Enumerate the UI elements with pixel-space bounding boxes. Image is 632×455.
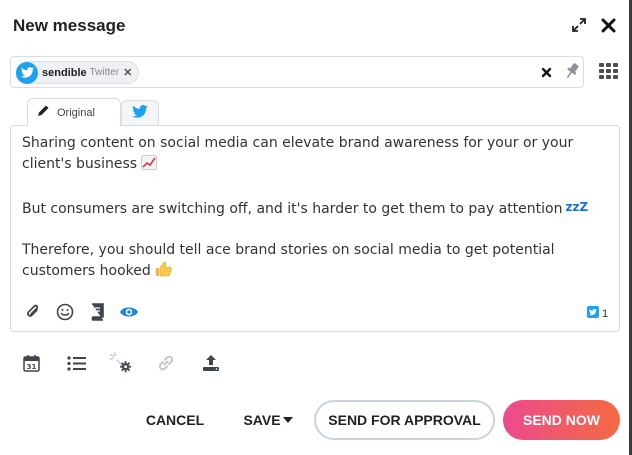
recipient-network: Twitter — [89, 67, 120, 78]
remove-chip-icon[interactable]: ✕ — [123, 66, 132, 79]
pin-icon[interactable] — [563, 62, 581, 85]
recipient-name: sendible — [42, 66, 87, 79]
tab-twitter[interactable] — [121, 100, 159, 126]
attachment-icon[interactable] — [23, 302, 43, 322]
pencil-icon — [37, 104, 50, 122]
link-icon[interactable] — [154, 351, 178, 375]
send-now-button[interactable]: SEND NOW — [503, 400, 620, 440]
upload-icon[interactable] — [199, 351, 223, 375]
list-icon[interactable] — [64, 351, 88, 375]
cancel-button[interactable]: CANCEL — [138, 400, 212, 440]
save-button-label: SAVE — [243, 412, 281, 428]
message-paragraph-2: But consumers are switching off, and it'… — [22, 200, 589, 217]
grid-icon[interactable] — [599, 63, 619, 84]
expand-icon[interactable] — [572, 18, 586, 37]
twitter-count-value: 1 — [602, 307, 609, 320]
close-icon[interactable] — [601, 18, 616, 38]
bottom-toolbar: 31 — [19, 351, 223, 375]
chart-increasing-emoji — [141, 155, 158, 177]
emoji-icon[interactable] — [55, 302, 75, 322]
preview-icon[interactable] — [119, 302, 139, 322]
dialog-title: New message — [13, 16, 126, 35]
tab-original-label: Original — [57, 106, 95, 119]
editor-toolbar — [23, 302, 139, 322]
save-button[interactable]: SAVE — [238, 400, 298, 440]
calendar-icon[interactable]: 31 — [19, 351, 43, 375]
twitter-icon — [16, 61, 38, 84]
twitter-icon — [132, 104, 148, 123]
settings-icon[interactable] — [109, 351, 133, 375]
zzz-emoji: zzZ — [565, 200, 589, 214]
tab-original[interactable]: Original — [27, 98, 121, 126]
message-editor[interactable]: Sharing content on social media can elev… — [10, 125, 620, 332]
library-icon[interactable] — [87, 302, 107, 322]
recipient-chip[interactable]: sendible Twitter ✕ — [16, 61, 140, 84]
thumbs-up-emoji — [155, 261, 172, 284]
send-for-approval-button[interactable]: SEND FOR APPROVAL — [314, 400, 495, 440]
recipients-field[interactable]: sendible Twitter ✕ — [10, 56, 584, 88]
new-message-dialog: New message sendible Twitter ✕ Original … — [0, 0, 629, 455]
message-paragraph-1: Sharing content on social media can elev… — [22, 133, 607, 177]
caret-down-icon — [282, 417, 293, 423]
message-paragraph-3: Therefore, you should tell ace brand sto… — [22, 240, 607, 284]
twitter-post-count: 1 — [587, 306, 608, 321]
twitter-icon — [587, 306, 599, 321]
message-body[interactable]: Sharing content on social media can elev… — [22, 133, 607, 284]
svg-text:31: 31 — [26, 363, 36, 371]
clear-icon[interactable] — [541, 65, 552, 83]
